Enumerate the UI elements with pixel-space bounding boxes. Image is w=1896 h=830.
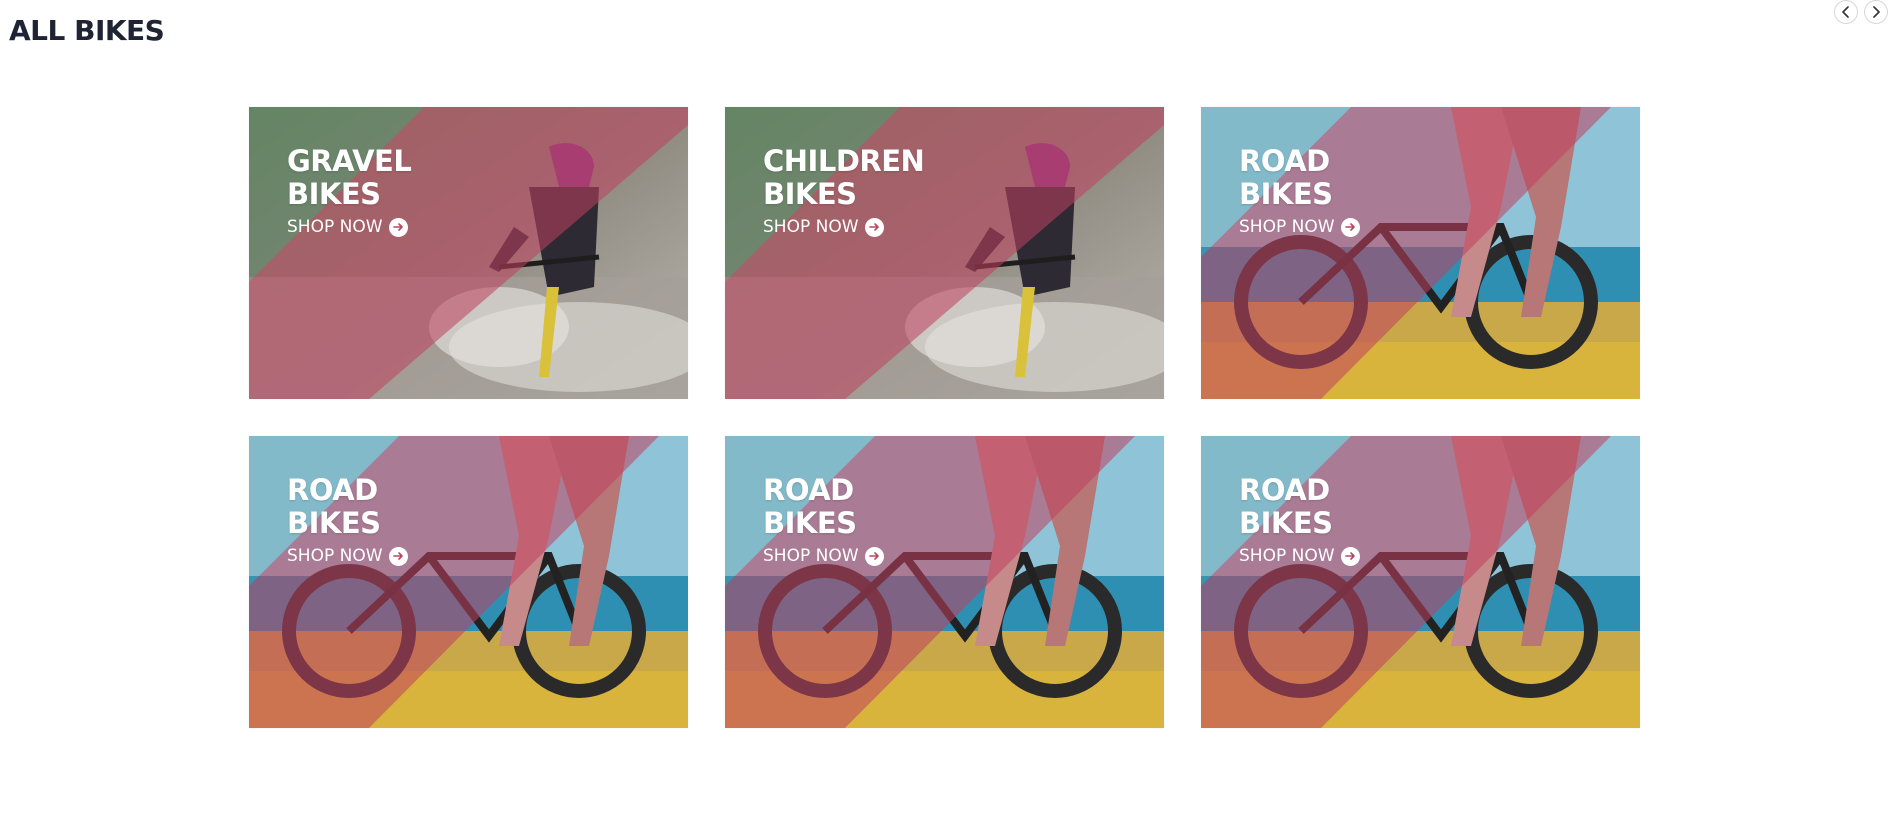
card-title-line1: ROAD [1239, 144, 1330, 178]
card-text: ROAD BIKES SHOP NOW [287, 474, 408, 566]
category-grid: GRAVEL BIKES SHOP NOW CHILDREN BIKES SHO… [249, 107, 1640, 728]
shop-now-link[interactable]: SHOP NOW [1239, 217, 1360, 237]
card-title: ROAD BIKES [1239, 474, 1360, 540]
shop-now-label: SHOP NOW [1239, 546, 1335, 566]
card-title: ROAD BIKES [763, 474, 884, 540]
category-card-road-bikes[interactable]: ROAD BIKES SHOP NOW [249, 436, 688, 728]
shop-now-link[interactable]: SHOP NOW [287, 217, 411, 237]
carousel-nav [1834, 0, 1888, 24]
shop-now-label: SHOP NOW [287, 217, 383, 237]
card-title-line2: BIKES [287, 177, 381, 211]
shop-now-link[interactable]: SHOP NOW [287, 546, 408, 566]
category-card-gravel-bikes[interactable]: GRAVEL BIKES SHOP NOW [249, 107, 688, 399]
card-title-line1: ROAD [763, 473, 854, 507]
chevron-right-icon [1873, 6, 1880, 18]
category-card-road-bikes[interactable]: ROAD BIKES SHOP NOW [1201, 436, 1640, 728]
arrow-right-circle-icon [1340, 546, 1360, 566]
section-title: ALL BIKES [9, 14, 165, 47]
card-title-line1: ROAD [1239, 473, 1330, 507]
shop-now-link[interactable]: SHOP NOW [763, 217, 924, 237]
category-card-children-bikes[interactable]: CHILDREN BIKES SHOP NOW [725, 107, 1164, 399]
arrow-right-circle-icon [1340, 217, 1360, 237]
card-title-line2: BIKES [763, 177, 857, 211]
card-title: GRAVEL BIKES [287, 144, 412, 211]
shop-now-label: SHOP NOW [763, 546, 859, 566]
card-title-line2: BIKES [1239, 506, 1333, 540]
arrow-right-circle-icon [864, 217, 884, 237]
shop-now-link[interactable]: SHOP NOW [763, 546, 884, 566]
prev-button[interactable] [1834, 0, 1858, 24]
card-text: GRAVEL BIKES SHOP NOW [287, 144, 412, 238]
arrow-right-circle-icon [864, 546, 884, 566]
card-title-line1: ROAD [287, 473, 378, 507]
shop-now-link[interactable]: SHOP NOW [1239, 546, 1360, 566]
card-title-line2: BIKES [1239, 177, 1333, 211]
category-card-road-bikes[interactable]: ROAD BIKES SHOP NOW [725, 436, 1164, 728]
shop-now-label: SHOP NOW [287, 546, 383, 566]
card-title-line2: BIKES [287, 506, 381, 540]
card-title-line1: GRAVEL [287, 144, 412, 178]
page: ALL BIKES GRAVEL BIKES SHOP NOW CHILDREN… [0, 0, 1896, 830]
card-text: ROAD BIKES SHOP NOW [1239, 145, 1360, 237]
card-title-line1: CHILDREN [763, 144, 925, 178]
card-text: ROAD BIKES SHOP NOW [1239, 474, 1360, 566]
arrow-right-circle-icon [388, 546, 408, 566]
card-text: CHILDREN BIKES SHOP NOW [763, 144, 925, 238]
shop-now-label: SHOP NOW [1239, 217, 1335, 237]
card-text: ROAD BIKES SHOP NOW [763, 474, 884, 566]
card-title: CHILDREN BIKES [763, 144, 925, 211]
card-title: ROAD BIKES [287, 474, 408, 540]
card-title-line2: BIKES [763, 506, 857, 540]
card-title: ROAD BIKES [1239, 145, 1360, 211]
chevron-left-icon [1842, 6, 1849, 18]
next-button[interactable] [1864, 0, 1888, 24]
shop-now-label: SHOP NOW [763, 217, 859, 237]
arrow-right-circle-icon [388, 217, 408, 237]
category-card-road-bikes[interactable]: ROAD BIKES SHOP NOW [1201, 107, 1640, 399]
